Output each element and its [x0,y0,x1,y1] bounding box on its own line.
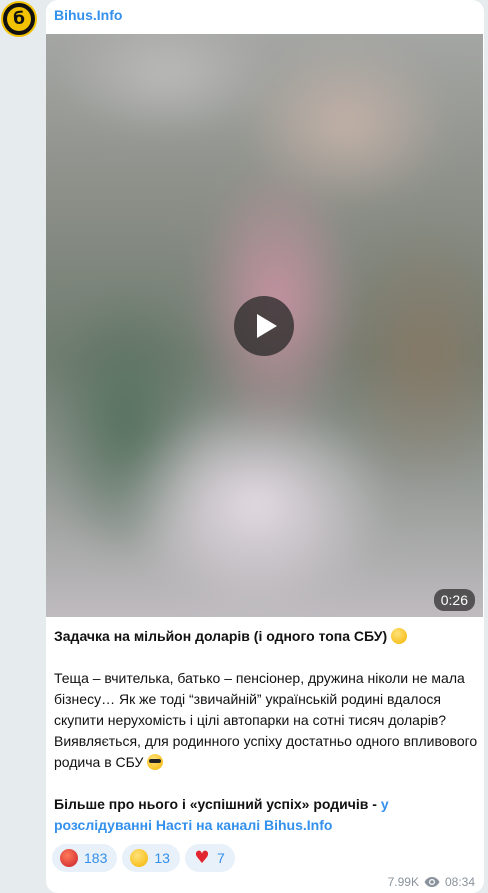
grinning-face-icon [130,849,149,867]
channel-name[interactable]: Bihus.Info [54,7,122,23]
reaction-grin[interactable]: 13 [122,844,180,872]
post-text: Задачка на мільйон доларів (і одного топ… [54,626,478,836]
message-time: 08:34 [444,875,475,889]
view-count: 7.99K [387,875,419,889]
video-preview[interactable]: 0:26 [46,34,483,617]
reaction-angry[interactable]: 183 [52,844,118,872]
reaction-heart[interactable]: ♥ 7 [184,844,235,872]
angry-face-icon [60,849,78,867]
reaction-count: 13 [154,850,170,866]
post-paragraph: Теща – вчителька, батько – пенсіонер, др… [54,670,478,770]
thinking-face-icon [391,628,408,644]
reactions-bar: 183 13 ♥ 7 [52,844,235,872]
message-bubble: Bihus.Info 0:26 Задачка на мільйон долар… [46,0,484,893]
post-title-line: Задачка на мільйон доларів (і одного топ… [54,626,478,647]
post-more-prefix: Більше про нього і «успішний успіх» роди… [54,796,377,812]
play-button[interactable] [234,296,294,356]
post-title: Задачка на мільйон доларів (і одного топ… [54,628,388,644]
video-duration: 0:26 [433,589,475,611]
avatar-logo: б [7,7,31,31]
reaction-count: 7 [216,850,225,866]
channel-avatar[interactable]: б [1,1,37,37]
reaction-count: 183 [84,850,108,866]
post-paragraph-line: Теща – вчителька, батько – пенсіонер, др… [54,668,478,773]
message-meta: 7.99K 08:34 [388,875,475,889]
post-more-line: Більше про нього і «успішний успіх» роди… [54,794,478,836]
sunglasses-face-icon [147,754,164,770]
red-heart-icon: ♥ [194,848,210,868]
play-icon [256,314,277,338]
eye-icon [424,877,440,887]
